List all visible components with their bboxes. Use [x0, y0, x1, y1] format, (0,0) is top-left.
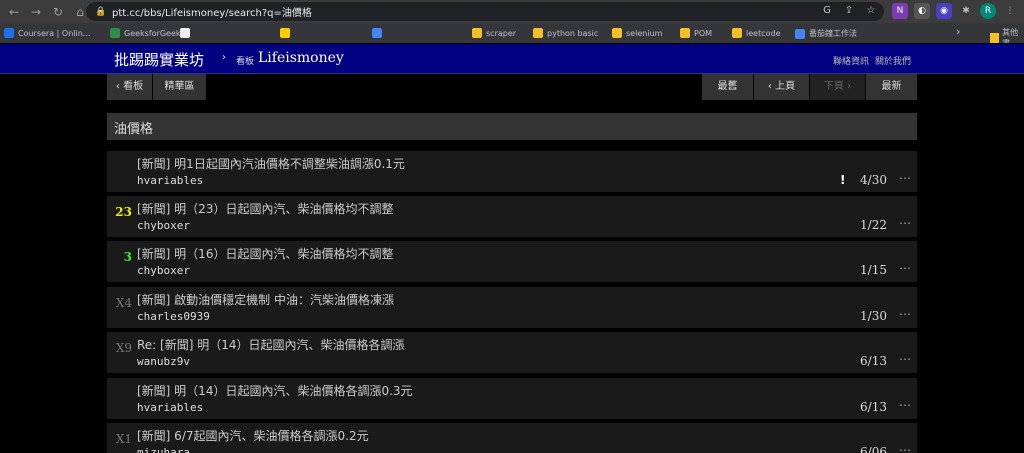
next-page-button: 下頁 › [810, 74, 866, 100]
prev-page-button[interactable]: ‹ 上頁 [754, 74, 810, 100]
medium-icon [180, 28, 190, 38]
bookmark-folder-pom[interactable]: POM [680, 28, 712, 38]
bookmarks-bar: Coursera | Onlin... GeeksforGeeks scrape… [0, 23, 1024, 43]
post-row[interactable]: X4 [新聞] 啟動油價穩定機制 中油：汽柴油價格凍漲 charles0939 … [107, 287, 917, 328]
folder-icon [533, 28, 543, 38]
post-date: 6/06 [860, 445, 887, 453]
url-text[interactable]: ptt.cc/bbs/Lifeismoney/search?q=油價格 [112, 4, 312, 19]
post-title-link[interactable]: [新聞] 明（23）日起國內汽、柴油價格均不調整 [137, 200, 393, 217]
post-author: charles0939 [137, 310, 210, 323]
forward-icon[interactable]: → [28, 4, 44, 20]
post-author: hvariables [137, 401, 204, 414]
extension-icon-2[interactable]: ◐ [914, 3, 930, 19]
breadcrumb-separator: › [222, 52, 226, 63]
post-title-link[interactable]: [新聞] 6/7起國內汽、柴油價格各調漲0.2元 [137, 427, 369, 444]
lock-icon[interactable]: 🔒 [94, 5, 108, 19]
geeksforgeeks-icon [110, 28, 120, 38]
post-title-link[interactable]: [新聞] 啟動油價穩定機制 中油：汽柴油價格凍漲 [137, 291, 394, 308]
post-row[interactable]: [新聞] 明（14）日起國內汽、柴油價格各調漲0.3元 hvariables 6… [107, 378, 917, 419]
board-name-link[interactable]: Lifeismoney [258, 50, 344, 66]
post-title-link[interactable]: [新聞] 明（16）日起國內汽、柴油價格均不調整 [137, 245, 393, 262]
post-author: hvariables [137, 174, 204, 187]
post-date: 1/15 [860, 263, 887, 277]
more-options-icon[interactable]: ⋯ [899, 261, 911, 275]
bookmark-icon [372, 28, 382, 38]
bookmark-folder-leetcode[interactable]: leetcode [732, 28, 781, 38]
contact-link[interactable]: 聯絡資訊 [833, 54, 869, 67]
about-link[interactable]: 關於我們 [875, 54, 911, 67]
digest-button[interactable]: 精華區 [153, 74, 207, 100]
address-bar[interactable]: 🔒 ptt.cc/bbs/Lifeismoney/search?q=油價格 G … [86, 2, 884, 21]
post-title-link[interactable]: [新聞] 明1日起國內汽油價格不調整柴油調漲0.1元 [137, 155, 405, 172]
share-icon[interactable]: ⇪ [842, 4, 856, 18]
more-options-icon[interactable]: ⋯ [899, 352, 911, 366]
bookmark-other[interactable]: 其他書 [990, 27, 1024, 43]
post-date: 6/13 [860, 400, 887, 414]
ptt-header: 批踢踢實業坊 › 看板 Lifeismoney 聯絡資訊 關於我們 [0, 44, 1024, 74]
avatar[interactable]: R [980, 3, 996, 19]
bookmark-pomodoro[interactable]: 番茄鐘工作法 [795, 28, 857, 39]
post-row[interactable]: X1 [新聞] 6/7起國內汽、柴油價格各調漲0.2元 mizuhara 6/0… [107, 423, 917, 453]
oldest-page-button[interactable]: 最舊 [702, 74, 754, 100]
search-query-text: 油價格 [114, 122, 154, 137]
bookmark-geeksforgeeks[interactable]: GeeksforGeeks [110, 28, 185, 38]
folder-icon [680, 28, 690, 38]
folder-icon [990, 33, 1000, 43]
more-options-icon[interactable]: ⋯ [899, 398, 911, 412]
newest-page-button[interactable]: 最新 [866, 74, 917, 100]
bookmark-folder-scraper[interactable]: scraper [472, 28, 516, 38]
post-row[interactable]: [新聞] 明1日起國內汽油價格不調整柴油調漲0.1元 hvariables ! … [107, 151, 917, 192]
post-date: 1/22 [860, 218, 887, 232]
bookmark-folder-selenium[interactable]: selenium [612, 28, 662, 38]
google-lens-icon[interactable]: G [820, 4, 834, 18]
board-label: 看板 [236, 57, 255, 67]
post-title-link[interactable]: [新聞] 明（14）日起國內汽、柴油價格各調漲0.3元 [137, 382, 413, 399]
bookmark-folder-python-basic[interactable]: python basic [533, 28, 598, 38]
folder-icon [612, 28, 622, 38]
bookmark-medium[interactable] [180, 28, 194, 38]
post-date: 1/30 [860, 309, 887, 323]
more-options-icon[interactable]: ⋯ [899, 443, 911, 453]
coursera-icon [4, 28, 14, 38]
menu-kebab-icon[interactable]: ⋮ [1002, 3, 1018, 19]
post-row[interactable]: 23 [新聞] 明（23）日起國內汽、柴油價格均不調整 chyboxer 1/2… [107, 196, 917, 237]
post-author: chyboxer [137, 219, 190, 232]
header-links: 聯絡資訊 關於我們 [833, 54, 911, 67]
bookmark-5[interactable] [372, 28, 386, 38]
recommend-count: X1 [115, 432, 132, 446]
bookmark-icon [795, 28, 805, 39]
post-date: 4/30 [860, 173, 887, 187]
post-title-link[interactable]: Re: [新聞] 明（14）日起國內汽、柴油價格各調漲 [137, 336, 405, 353]
search-query-header: 油價格 [107, 113, 917, 140]
recommend-count: X9 [115, 341, 132, 355]
post-author: wanubz9v [137, 355, 190, 368]
bookmark-star-icon[interactable]: ☆ [864, 4, 878, 18]
post-date: 6/13 [860, 354, 887, 368]
folder-icon [732, 28, 742, 38]
bookmark-4[interactable] [280, 28, 294, 38]
back-to-board-button[interactable]: ‹ 看板 [107, 74, 153, 100]
more-options-icon[interactable]: ⋯ [899, 171, 911, 185]
post-row[interactable]: 3 [新聞] 明（16）日起國內汽、柴油價格均不調整 chyboxer 1/15… [107, 241, 917, 282]
recommend-count: 23 [115, 205, 132, 219]
back-icon[interactable]: ← [6, 4, 22, 20]
post-author: mizuhara [137, 446, 190, 453]
post-author: chyboxer [137, 264, 190, 277]
site-title-link[interactable]: 批踢踢實業坊 [114, 49, 204, 70]
onenote-extension-icon[interactable]: N [892, 3, 908, 19]
bookmark-coursera[interactable]: Coursera | Onlin... [4, 28, 90, 38]
reload-icon[interactable]: ↻ [50, 4, 66, 20]
recommend-count: 3 [123, 250, 132, 264]
recommend-count: X4 [115, 296, 132, 310]
bookmarks-overflow-chevron-icon[interactable]: › [956, 25, 960, 38]
browser-toolbar: ← → ↻ ⌂ 🔒 ptt.cc/bbs/Lifeismoney/search?… [0, 0, 1024, 23]
folder-icon [472, 28, 482, 38]
bookmark-icon [280, 28, 290, 38]
more-options-icon[interactable]: ⋯ [899, 307, 911, 321]
post-mark: ! [840, 173, 846, 187]
post-row[interactable]: X9 Re: [新聞] 明（14）日起國內汽、柴油價格各調漲 wanubz9v … [107, 332, 917, 373]
extension-icon-3[interactable]: ◉ [936, 3, 952, 19]
extensions-puzzle-icon[interactable]: ✱ [958, 3, 974, 19]
more-options-icon[interactable]: ⋯ [899, 216, 911, 230]
